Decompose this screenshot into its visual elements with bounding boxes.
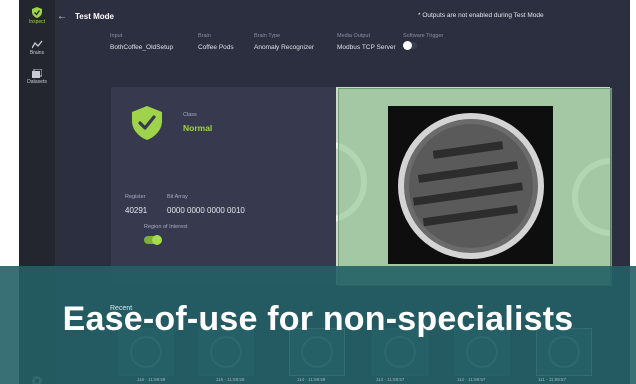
class-label: Class xyxy=(183,112,197,118)
bit-array-value: 0000 0000 0000 0010 xyxy=(167,206,245,215)
roi-label: Region of Interest xyxy=(144,224,188,230)
sidebar-item-label: Inspect xyxy=(28,19,46,25)
banner-headline: Ease-of-use for non-specialists xyxy=(62,300,574,338)
page-title: Test Mode xyxy=(75,12,114,21)
sidebar-item-label: Brains xyxy=(29,50,45,56)
bit-array-label: Bit Array xyxy=(167,194,188,200)
pod-crop xyxy=(388,106,553,264)
shield-check-icon xyxy=(132,106,162,140)
register-value: 40291 xyxy=(125,206,148,215)
coffee-pod-photo xyxy=(398,113,544,259)
software-trigger-toggle[interactable] xyxy=(403,41,417,50)
thumbnail-timestamp: 115 - 11:59:58 xyxy=(216,377,245,382)
toggle-knob xyxy=(403,41,412,50)
input-value[interactable]: BothCoffee_OldSetup xyxy=(110,44,173,51)
sidebar-item-brains[interactable]: Brains xyxy=(19,40,55,56)
toggle-knob xyxy=(152,235,162,245)
brain-value[interactable]: Coffee Pods xyxy=(198,44,234,51)
input-label: Input xyxy=(110,33,123,39)
sidebar-item-label: Datasets xyxy=(27,79,47,85)
thumbnail-timestamp: 116 - 11:59:58 xyxy=(137,377,166,382)
outputs-notice: * Outputs are not enabled during Test Mo… xyxy=(418,12,544,19)
roi-toggle[interactable] xyxy=(144,235,162,245)
images-icon xyxy=(32,69,42,78)
register-label: Register xyxy=(125,194,146,200)
sidebar-item-datasets[interactable]: Datasets xyxy=(19,69,55,85)
media-output-label: Media Output xyxy=(337,33,371,39)
brain-type-label: Brain Type xyxy=(254,33,281,39)
class-value: Normal xyxy=(183,123,213,133)
software-trigger-label: Software Trigger xyxy=(403,33,444,39)
brain-type-value[interactable]: Anomaly Recognizer xyxy=(254,44,314,51)
arrow-left-icon[interactable]: ← xyxy=(57,11,67,22)
brain-label: Brain xyxy=(198,33,211,39)
thumbnail-timestamp: 113 - 11:59:57 xyxy=(376,377,405,382)
shield-icon xyxy=(32,7,42,18)
chart-icon xyxy=(31,40,43,49)
thumbnail-timestamp: 111 - 11:59:57 xyxy=(538,377,567,382)
sidebar-item-inspect[interactable]: Inspect xyxy=(19,7,55,25)
media-output-value[interactable]: Modbus TCP Server xyxy=(337,44,396,51)
thumbnail-timestamp: 112 - 11:59:57 xyxy=(457,377,486,382)
thumbnail-timestamp: 114 - 11:59:58 xyxy=(297,377,326,382)
